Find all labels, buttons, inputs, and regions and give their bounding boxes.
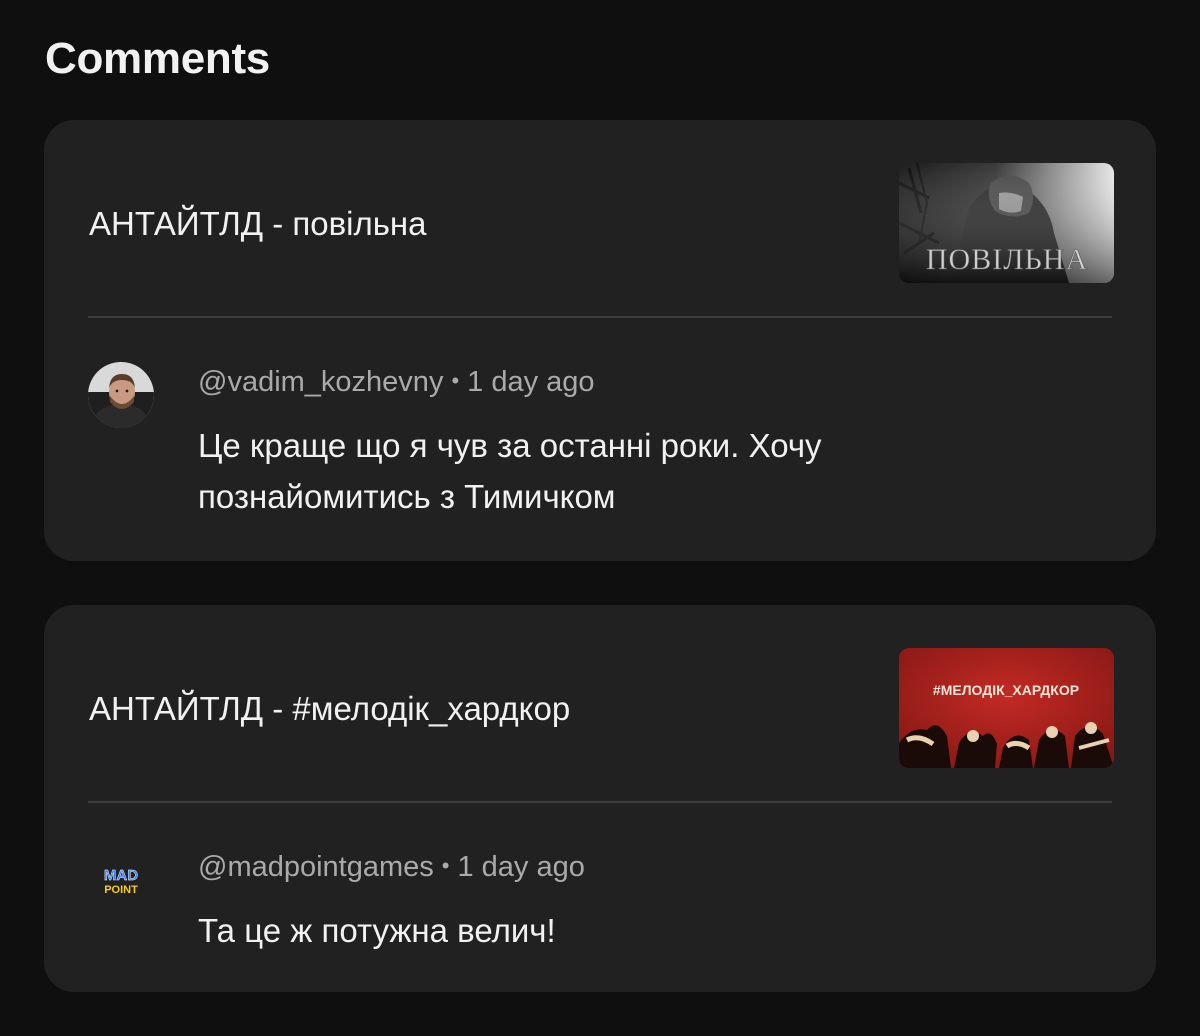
thumbnail-title: #МЕЛОДІК_ХАРДКОР: [933, 682, 1079, 698]
divider: [88, 801, 1112, 803]
comment-text: Це краще що я чув за останні роки. Хочу …: [198, 427, 822, 515]
person-photo-avatar-icon: [88, 362, 154, 428]
comment-meta: @madpointgames • 1 day ago: [198, 851, 585, 884]
avatar[interactable]: [88, 362, 154, 428]
page-title: Comments: [45, 34, 270, 83]
video-title[interactable]: АНТАЙТЛД - #мелодік_хардкор: [89, 690, 570, 728]
comments-page: Comments АНТАЙТЛД - повільна ПОВІЛЬНА @v…: [0, 0, 1200, 1036]
comment-time: 1 day ago: [457, 851, 585, 883]
comment-card[interactable]: АНТАЙТЛД - повільна ПОВІЛЬНА @vadim_kozh…: [44, 120, 1156, 561]
avatar[interactable]: MAD POINT: [88, 847, 154, 913]
comment-text: Та це ж потужна велич!: [198, 912, 556, 949]
meta-separator: •: [441, 853, 450, 878]
thumbnail-title: ПОВІЛЬНА: [926, 243, 1088, 276]
divider: [88, 316, 1112, 318]
author-handle[interactable]: @vadim_kozhevny: [198, 366, 443, 398]
comment-meta: @vadim_kozhevny • 1 day ago: [198, 366, 595, 399]
comment-card[interactable]: АНТАЙТЛД - #мелодік_хардкор #МЕЛОДІК_ХАР…: [44, 605, 1156, 992]
meta-separator: •: [451, 368, 460, 393]
video-thumbnail[interactable]: ПОВІЛЬНА: [899, 163, 1114, 283]
comment-time: 1 day ago: [467, 366, 595, 398]
video-title[interactable]: АНТАЙТЛД - повільна: [89, 205, 427, 243]
logo-text-bottom: POINT: [104, 884, 138, 896]
logo-text-top: MAD: [104, 867, 138, 884]
video-thumbnail[interactable]: #МЕЛОДІК_ХАРДКОР: [899, 648, 1114, 768]
madpoint-logo-avatar-icon: MAD POINT: [88, 847, 154, 913]
author-handle[interactable]: @madpointgames: [198, 851, 434, 883]
